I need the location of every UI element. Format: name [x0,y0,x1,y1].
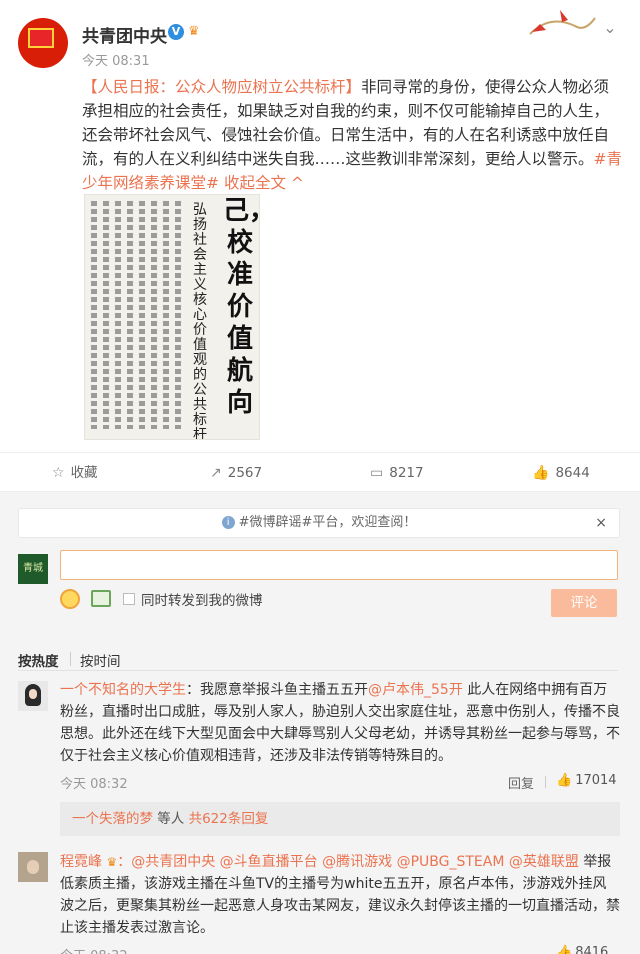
decoration-icon [529,10,596,35]
comment-like-count: 8416 [575,945,609,954]
emoji-icon[interactable] [60,589,80,609]
divider [545,776,546,788]
like-button[interactable]: 👍 8644 [532,453,590,493]
weibo-post: 共青团中央 V ♛ 今天 08:31 ⌄ 【人民日报：公众人物应树立公共标杆】非… [0,0,640,492]
newspaper-text-columns [89,201,181,433]
repost-icon: ↗ [210,465,222,481]
author-name[interactable]: 共青团中央 [82,22,167,47]
mention-link[interactable]: @卢本伟_55开 [368,682,463,698]
comment-panel: i #微博辟谣#平台，欢迎查阅！ × 青城 同时转发到我的微博 评论 按热度 按时… [0,492,640,954]
image-subtitle: 弘扬社会主义核心价值观的公共标杆 [193,202,207,440]
sub-replies-summary[interactable]: 一个失落的梦 等人 共622条回复 [60,802,620,836]
vip-icon: ♛ [188,24,200,39]
comment-time: 今天 08:32 [60,945,128,954]
comment-count: 8217 [389,465,424,481]
thumbs-up-icon: 👍 [556,945,573,954]
comment-like-button[interactable]: 👍 8416 [556,945,608,954]
comment-like-count: 17014 [575,773,617,788]
image-title: 己，校准价值航向 [223,196,259,418]
sub-reply-count[interactable]: 共622条回复 [189,811,269,827]
star-icon: ☆ [52,465,65,481]
action-bar: ☆ 收藏 ↗ 2567 ▭ 8217 👍 8644 [0,452,640,492]
comment-like-button[interactable]: 👍 17014 [556,773,617,788]
repost-button[interactable]: ↗ 2567 [210,453,262,493]
like-count: 8644 [555,465,590,481]
comment-prefix: ：我愿意举报斗鱼主播五五开 [186,682,368,698]
info-icon: i [221,516,235,529]
commenter-name[interactable]: 程霓峰 [60,854,102,870]
commenter-avatar[interactable] [18,681,48,711]
rumor-notice[interactable]: i #微博辟谣#平台，欢迎查阅！ × [18,508,620,538]
post-image[interactable]: 弘扬社会主义核心价值观的公共标杆 己，校准价值航向 [84,194,260,440]
submit-comment-button[interactable]: 评论 [551,589,617,617]
repost-label: 同时转发到我的微博 [141,593,263,609]
commenter-name[interactable]: 一个不知名的大学生 [60,682,186,698]
repost-checkbox[interactable] [123,593,135,605]
vip-icon: ♛ [106,855,118,869]
headline-link[interactable]: 【人民日报：公众人物应树立公共标杆】 [82,78,361,96]
comment-text: 一个不知名的大学生：我愿意举报斗鱼主播五五开@卢本伟_55开 此人在网络中拥有百… [60,679,620,767]
my-avatar: 青城 [18,554,48,584]
post-text: 【人民日报：公众人物应树立公共标杆】非同寻常的身份，使得公众人物必须承担相应的社… [82,75,622,195]
favorite-label: 收藏 [70,465,98,481]
post-time: 今天 08:31 [82,54,150,69]
sort-by-hot[interactable]: 按热度 [18,650,59,670]
comment-time: 今天 08:32 [60,777,128,792]
comment-input[interactable] [60,550,618,580]
sub-reply-middle: 等人 [153,811,189,827]
mention-links[interactable]: ：@共青团中央 @斗鱼直播平台 @腾讯游戏 @PUBG_STEAM @英雄联盟 [117,854,579,870]
thumbs-up-icon: 👍 [532,465,550,481]
favorite-button[interactable]: ☆ 收藏 [52,453,98,493]
close-icon[interactable]: × [595,509,607,537]
reply-button[interactable]: 回复 [508,773,534,792]
author-avatar[interactable] [18,18,68,68]
sort-divider [70,652,71,666]
chevron-down-icon[interactable]: ⌄ [600,18,620,38]
image-upload-icon[interactable] [91,590,111,607]
commenter-avatar[interactable] [18,852,48,882]
sub-reply-user[interactable]: 一个失落的梦 [72,811,153,827]
comment-button[interactable]: ▭ 8217 [370,453,424,493]
comment-text: 程霓峰 ♛：@共青团中央 @斗鱼直播平台 @腾讯游戏 @PUBG_STEAM @… [60,851,620,939]
comment-icon: ▭ [370,465,384,481]
flag-icon [28,28,54,48]
collapse-link[interactable]: 收起全文 ^ [224,174,304,192]
repost-count: 2567 [227,465,263,481]
notice-text: #微博辟谣#平台，欢迎查阅！ [238,515,417,530]
verified-icon: V [168,24,184,40]
thumbs-up-icon: 👍 [556,773,573,788]
sort-by-time[interactable]: 按时间 [80,650,121,670]
divider [18,670,618,671]
